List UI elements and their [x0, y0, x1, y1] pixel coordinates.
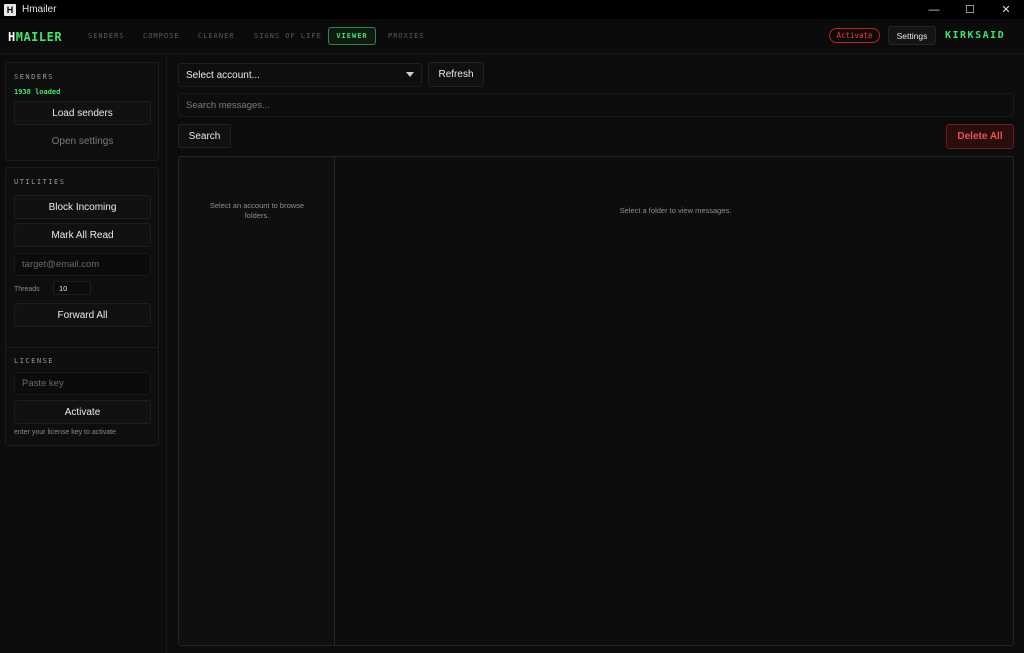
- threads-label: Threads: [14, 286, 40, 293]
- tab-compose[interactable]: COMPOSE: [143, 32, 180, 40]
- settings-button[interactable]: Settings: [888, 26, 936, 45]
- app-icon: H: [4, 3, 16, 16]
- load-senders-button[interactable]: Load senders: [14, 101, 151, 125]
- brand-prefix: H: [8, 30, 16, 44]
- search-input[interactable]: [178, 93, 1014, 117]
- mark-all-read-button[interactable]: Mark All Read: [14, 223, 151, 247]
- sidebar: SENDERS 1938 loaded Load senders Open se…: [0, 55, 167, 653]
- close-icon[interactable]: ✕: [988, 0, 1024, 19]
- open-settings-button[interactable]: Open settings: [14, 129, 151, 153]
- brand-logo: HMAILER: [8, 30, 62, 44]
- maximize-icon[interactable]: ☐: [952, 0, 988, 19]
- username-label: KIRKSAID: [945, 30, 1006, 41]
- target-email-input[interactable]: [14, 253, 151, 276]
- license-key-input[interactable]: [14, 372, 151, 395]
- block-incoming-button[interactable]: Block Incoming: [14, 195, 151, 219]
- chevron-down-icon: [406, 72, 414, 77]
- threads-input[interactable]: [53, 281, 91, 295]
- tab-senders[interactable]: SENDERS: [88, 32, 125, 40]
- window-title: Hmailer: [22, 4, 57, 15]
- activate-license-button[interactable]: Activate: [14, 400, 151, 424]
- account-select-value: Select account...: [186, 69, 260, 81]
- tab-cleaner[interactable]: CLEANER: [198, 32, 235, 40]
- mail-viewer: Select an account to browse folders. Sel…: [178, 156, 1014, 646]
- tab-proxies[interactable]: PROXIES: [388, 32, 425, 40]
- license-hint: enter your license key to activate: [14, 429, 116, 436]
- account-select[interactable]: Select account...: [178, 63, 422, 87]
- top-nav: HMAILER SENDERS COMPOSE CLEANER SIGNS OF…: [0, 19, 1024, 54]
- folders-pane: Select an account to browse folders.: [179, 157, 335, 645]
- window-titlebar: H Hmailer — ☐ ✕: [0, 0, 1024, 19]
- license-panel: LICENSE Activate enter your license key …: [5, 347, 159, 446]
- messages-empty-text: Select a folder to view messages.: [619, 206, 732, 215]
- utilities-title: UTILITIES: [14, 178, 66, 186]
- senders-panel: SENDERS 1938 loaded Load senders Open se…: [5, 62, 159, 161]
- brand-rest: MAILER: [15, 30, 63, 44]
- minimize-icon[interactable]: —: [916, 0, 952, 19]
- search-button[interactable]: Search: [178, 124, 231, 148]
- folders-empty-text: Select an account to browse folders.: [209, 201, 305, 220]
- refresh-button[interactable]: Refresh: [428, 62, 484, 87]
- delete-all-button[interactable]: Delete All: [946, 124, 1014, 149]
- license-title: LICENSE: [14, 357, 55, 365]
- tab-signs-of-life[interactable]: SIGNS OF LIFE: [254, 32, 322, 40]
- viewer-main: Select account... Refresh Search Delete …: [168, 55, 1024, 653]
- forward-all-button[interactable]: Forward All: [14, 303, 151, 327]
- senders-loaded-count: 1938 loaded: [14, 88, 61, 96]
- senders-title: SENDERS: [14, 73, 55, 81]
- window-controls: — ☐ ✕: [916, 0, 1024, 19]
- activate-badge-button[interactable]: Activate: [829, 28, 880, 43]
- tab-viewer[interactable]: VIEWER: [328, 27, 376, 45]
